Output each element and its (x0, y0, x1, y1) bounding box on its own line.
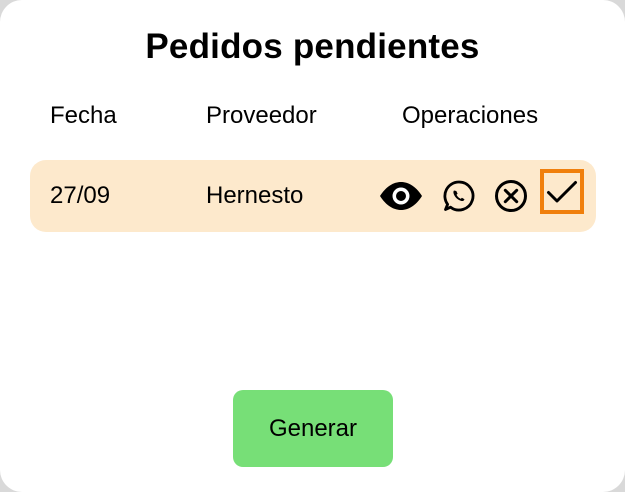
order-date: 27/09 (50, 182, 111, 209)
cancel-icon (495, 180, 527, 212)
generate-button[interactable]: Generar (233, 390, 393, 467)
eye-icon (380, 182, 422, 210)
whatsapp-icon (443, 180, 475, 212)
check-icon (547, 180, 577, 202)
pending-orders-card: Pedidos pendientes Fecha Proveedor Opera… (0, 0, 625, 492)
column-header-operaciones: Operaciones (402, 102, 539, 129)
order-supplier: Hernesto (206, 182, 304, 209)
view-order-button[interactable] (379, 179, 423, 213)
column-header-fecha: Fecha (50, 102, 117, 129)
page-title: Pedidos pendientes (145, 27, 480, 66)
order-row: 27/09 Hernesto (30, 160, 596, 232)
column-header-proveedor: Proveedor (206, 102, 317, 129)
whatsapp-button[interactable] (441, 178, 477, 214)
cancel-order-button[interactable] (494, 179, 528, 213)
confirm-order-button[interactable] (540, 169, 584, 214)
